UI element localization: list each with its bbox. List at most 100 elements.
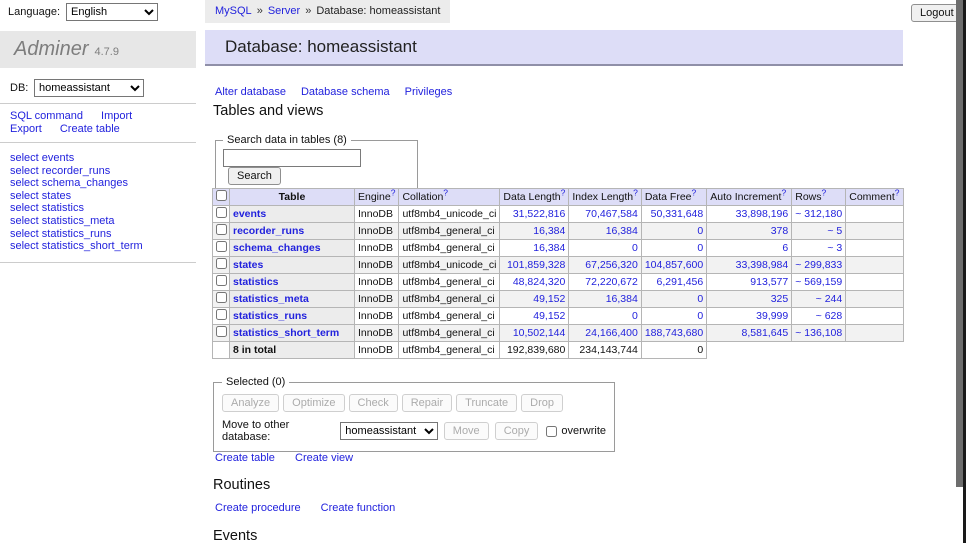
data-length-link[interactable]: 101,859,328 [507,259,565,271]
row-checkbox[interactable] [216,292,227,303]
sidebar-sql-command-link[interactable]: SQL command [10,110,83,122]
sidebar-select-link[interactable]: select statistics_short_term [10,240,143,253]
auto-increment-link[interactable]: 913,577 [750,276,788,288]
row-checkbox[interactable] [216,224,227,235]
sidebar-select-link[interactable]: select states [10,190,143,203]
sidebar-select-link[interactable]: select statistics_runs [10,228,143,241]
search-input[interactable] [223,149,361,167]
create-table-link[interactable]: Create table [215,452,275,464]
index-length-link[interactable]: 16,384 [606,225,638,237]
sidebar-select-link[interactable]: select statistics_meta [10,215,143,228]
row-checkbox[interactable] [216,258,227,269]
data-free-link[interactable]: 6,291,456 [657,276,704,288]
rows-link[interactable]: ~ 244 [816,293,843,305]
row-checkbox[interactable] [216,275,227,286]
index-length-link[interactable]: 24,166,400 [585,327,638,339]
table-name-link[interactable]: statistics_runs [233,310,307,322]
index-length-link[interactable]: 70,467,584 [585,208,638,220]
help-link[interactable]: ? [692,189,697,198]
vertical-scrollbar-thumb[interactable] [956,0,963,487]
auto-increment-link[interactable]: 378 [771,225,789,237]
index-length-link[interactable]: 72,220,672 [585,276,638,288]
data-length-link[interactable]: 49,152 [533,293,565,305]
data-free-link[interactable]: 0 [697,293,703,305]
row-checkbox[interactable] [216,207,227,218]
auto-increment-link[interactable]: 6 [782,242,788,254]
help-link[interactable]: ? [895,189,900,198]
data-free-link[interactable]: 0 [697,225,703,237]
sidebar-create-table-link[interactable]: Create table [60,123,120,135]
move-button[interactable]: Move [444,422,489,440]
data-length-link[interactable]: 48,824,320 [513,276,566,288]
bulk-repair-button[interactable]: Repair [402,394,452,412]
data-length-link[interactable]: 16,384 [533,225,565,237]
table-name-link[interactable]: statistics_meta [233,293,309,305]
database-link-database-schema[interactable]: Database schema [301,86,390,98]
table-name-link[interactable]: events [233,208,266,220]
help-link[interactable]: ? [391,189,396,198]
bulk-drop-button[interactable]: Drop [521,394,563,412]
help-link[interactable]: ? [561,189,566,198]
database-link-alter-database[interactable]: Alter database [215,86,286,98]
data-free-link[interactable]: 104,857,600 [645,259,703,271]
auto-increment-link[interactable]: 8,581,645 [742,327,789,339]
table-name-link[interactable]: states [233,259,263,271]
index-length-link[interactable]: 67,256,320 [585,259,638,271]
data-length-link[interactable]: 10,502,144 [513,327,566,339]
sidebar-select-link[interactable]: select events [10,152,143,165]
bulk-analyze-button[interactable]: Analyze [222,394,279,412]
data-length-link[interactable]: 16,384 [533,242,565,254]
select-all-checkbox[interactable] [216,190,227,201]
row-checkbox[interactable] [216,326,227,337]
sidebar-export-link[interactable]: Export [10,123,42,135]
auto-increment-link[interactable]: 33,398,984 [736,259,789,271]
create-function-link[interactable]: Create function [321,502,396,514]
sidebar-select-link[interactable]: select schema_changes [10,177,143,190]
sidebar-select-link[interactable]: select recorder_runs [10,165,143,178]
table-name-link[interactable]: statistics_short_term [233,327,339,339]
database-link-privileges[interactable]: Privileges [405,86,453,98]
rows-link[interactable]: ~ 628 [816,310,843,322]
data-free-link[interactable]: 50,331,648 [651,208,704,220]
logout-button[interactable]: Logout [911,4,963,22]
help-link[interactable]: ? [633,189,638,198]
index-length-link[interactable]: 0 [632,310,638,322]
bulk-optimize-button[interactable]: Optimize [283,394,344,412]
create-view-link[interactable]: Create view [295,452,353,464]
index-length-link[interactable]: 16,384 [606,293,638,305]
move-database-select[interactable]: homeassistant [340,422,437,440]
data-free-link[interactable]: 0 [697,242,703,254]
table-name-link[interactable]: recorder_runs [233,225,304,237]
row-checkbox[interactable] [216,241,227,252]
db-select[interactable]: homeassistant [34,79,144,97]
rows-link[interactable]: ~ 299,833 [795,259,842,271]
rows-link[interactable]: ~ 3 [827,242,842,254]
language-select[interactable]: English [66,3,158,21]
auto-increment-link[interactable]: 39,999 [756,310,788,322]
table-name-link[interactable]: statistics [233,276,279,288]
index-length-link[interactable]: 0 [632,242,638,254]
bulk-check-button[interactable]: Check [349,394,398,412]
rows-link[interactable]: ~ 569,159 [795,276,842,288]
sidebar-select-link[interactable]: select statistics [10,202,143,215]
table-name-link[interactable]: schema_changes [233,242,321,254]
help-link[interactable]: ? [443,189,448,198]
data-length-link[interactable]: 49,152 [533,310,565,322]
help-link[interactable]: ? [822,189,827,198]
search-button[interactable]: Search [228,167,281,185]
auto-increment-link[interactable]: 33,898,196 [736,208,789,220]
rows-link[interactable]: ~ 5 [827,225,842,237]
rows-link[interactable]: ~ 136,108 [795,327,842,339]
row-checkbox[interactable] [216,309,227,320]
overwrite-checkbox[interactable] [546,426,557,437]
create-procedure-link[interactable]: Create procedure [215,502,301,514]
bulk-truncate-button[interactable]: Truncate [456,394,517,412]
copy-button[interactable]: Copy [495,422,539,440]
auto-increment-link[interactable]: 325 [771,293,789,305]
help-link[interactable]: ? [781,189,786,198]
breadcrumb-link[interactable]: MySQL [215,5,252,17]
sidebar-import-link[interactable]: Import [101,110,132,122]
rows-link[interactable]: ~ 312,180 [795,208,842,220]
data-free-link[interactable]: 0 [697,310,703,322]
breadcrumb-link[interactable]: Server [268,5,300,17]
